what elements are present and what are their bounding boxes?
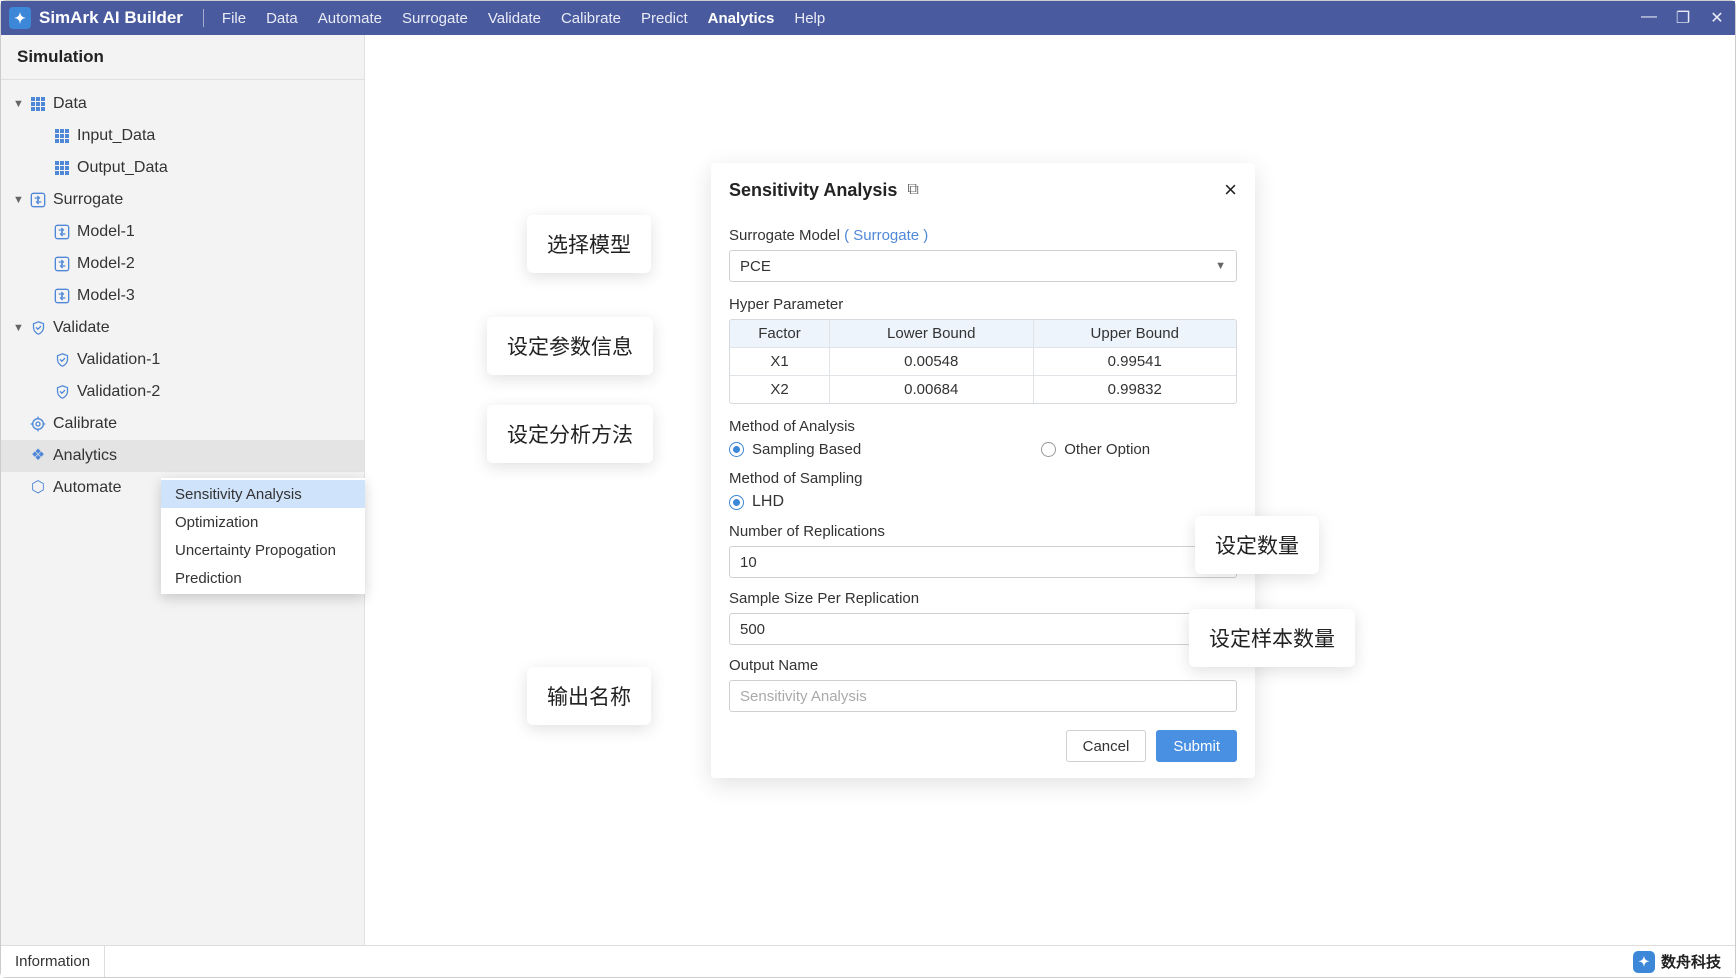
- table-row[interactable]: X2 0.00684 0.99832: [730, 375, 1236, 403]
- ctx-uncertainty-propogation[interactable]: Uncertainty Propogation: [161, 536, 365, 564]
- shield-icon: [53, 383, 71, 401]
- hyper-parameter-table: Factor Lower Bound Upper Bound X1 0.0054…: [729, 319, 1237, 404]
- brand: ✦ 数舟科技: [1633, 951, 1721, 973]
- maximize-icon[interactable]: ❐: [1673, 8, 1693, 28]
- shield-icon: [29, 319, 47, 337]
- tree-item-model-1[interactable]: Model-1: [1, 216, 364, 248]
- statusbar: Information ✦ 数舟科技: [1, 945, 1735, 977]
- swap-icon: [29, 191, 47, 209]
- titlebar: ✦ SimArk AI Builder File Data Automate S…: [1, 1, 1735, 35]
- th-upper: Upper Bound: [1034, 320, 1237, 347]
- callout-count: 设定数量: [1195, 516, 1319, 574]
- radio-on-icon: [729, 442, 744, 457]
- method-sampling-label: Method of Sampling: [729, 470, 1237, 487]
- th-lower: Lower Bound: [830, 320, 1034, 347]
- radio-sampling-based[interactable]: Sampling Based: [729, 441, 861, 458]
- content-area: 选择模型 设定参数信息 设定分析方法 设定数量 设定样本数量 输出名称 Sens…: [365, 35, 1735, 945]
- tree-item-validation-1[interactable]: Validation-1: [1, 344, 364, 376]
- table-row[interactable]: X1 0.00548 0.99541: [730, 347, 1236, 375]
- ctx-sensitivity-analysis[interactable]: Sensitivity Analysis: [161, 480, 365, 508]
- tree-item-validation-2[interactable]: Validation-2: [1, 376, 364, 408]
- brand-logo-icon: ✦: [1633, 951, 1655, 973]
- th-factor: Factor: [730, 320, 830, 347]
- ctx-optimization[interactable]: Optimization: [161, 508, 365, 536]
- automate-icon: ⬡: [29, 479, 47, 497]
- menu-automate[interactable]: Automate: [308, 10, 392, 27]
- grid-icon: [53, 159, 71, 177]
- target-icon: [29, 415, 47, 433]
- callout-output: 输出名称: [527, 667, 651, 725]
- menu-predict[interactable]: Predict: [631, 10, 698, 27]
- menu-validate[interactable]: Validate: [478, 10, 551, 27]
- swap-icon: [53, 287, 71, 305]
- callout-method: 设定分析方法: [487, 405, 653, 463]
- chevron-down-icon: ▼: [13, 98, 23, 110]
- radio-other-option[interactable]: Other Option: [1041, 441, 1150, 458]
- tree-node-analytics[interactable]: ❖ Analytics: [1, 440, 364, 472]
- tree-item-input-data[interactable]: Input_Data: [1, 120, 364, 152]
- surrogate-model-label: Surrogate Model ( Surrogate ): [729, 227, 1237, 244]
- analytics-context-menu: Sensitivity Analysis Optimization Uncert…: [161, 478, 365, 594]
- output-name-input[interactable]: [729, 680, 1237, 712]
- chevron-down-icon: ▼: [13, 322, 23, 334]
- tree-item-model-2[interactable]: Model-2: [1, 248, 364, 280]
- callout-samples: 设定样本数量: [1189, 609, 1355, 667]
- grid-icon: [53, 127, 71, 145]
- swap-icon: [53, 223, 71, 241]
- menu-help[interactable]: Help: [784, 10, 835, 27]
- callout-model: 选择模型: [527, 215, 651, 273]
- tree-node-calibrate[interactable]: Calibrate: [1, 408, 364, 440]
- sample-size-label: Sample Size Per Replication: [729, 590, 1237, 607]
- chevron-down-icon: ▼: [13, 194, 23, 206]
- radio-lhd[interactable]: LHD: [729, 493, 1237, 511]
- num-replications-label: Number of Replications: [729, 523, 1237, 540]
- status-info[interactable]: Information: [15, 946, 105, 977]
- menu-file[interactable]: File: [212, 10, 256, 27]
- radio-off-icon: [1041, 442, 1056, 457]
- tree-item-model-3[interactable]: Model-3: [1, 280, 364, 312]
- app-logo-icon: ✦: [9, 7, 31, 29]
- caret-down-icon: ▼: [1215, 260, 1226, 272]
- surrogate-select[interactable]: PCE ▼: [729, 250, 1237, 282]
- method-analysis-label: Method of Analysis: [729, 418, 1237, 435]
- cancel-button[interactable]: Cancel: [1066, 730, 1147, 762]
- close-window-icon[interactable]: ✕: [1707, 8, 1727, 28]
- menu-data[interactable]: Data: [256, 10, 308, 27]
- hyper-parameter-label: Hyper Parameter: [729, 296, 1237, 313]
- sample-size-input[interactable]: [729, 613, 1237, 645]
- menu-calibrate[interactable]: Calibrate: [551, 10, 631, 27]
- dialog-title: Sensitivity Analysis: [729, 180, 897, 201]
- book-icon[interactable]: ⧉: [907, 181, 918, 199]
- tree-node-validate[interactable]: ▼ Validate: [1, 312, 364, 344]
- surrogate-link[interactable]: ( Surrogate ): [844, 227, 928, 244]
- menu-analytics[interactable]: Analytics: [698, 10, 785, 27]
- tree-node-data[interactable]: ▼ Data: [1, 88, 364, 120]
- close-icon[interactable]: ×: [1224, 177, 1237, 203]
- callout-params: 设定参数信息: [487, 317, 653, 375]
- grid-icon: [29, 95, 47, 113]
- analytics-icon: ❖: [29, 447, 47, 465]
- sidebar-title: Simulation: [1, 35, 364, 80]
- swap-icon: [53, 255, 71, 273]
- tree-node-surrogate[interactable]: ▼ Surrogate: [1, 184, 364, 216]
- app-title: SimArk AI Builder: [39, 8, 183, 28]
- radio-on-icon: [729, 495, 744, 510]
- output-name-label: Output Name: [729, 657, 1237, 674]
- ctx-prediction[interactable]: Prediction: [161, 564, 365, 592]
- submit-button[interactable]: Submit: [1156, 730, 1237, 762]
- menu-separator: [203, 9, 204, 27]
- minimize-icon[interactable]: —: [1639, 8, 1659, 28]
- menu-surrogate[interactable]: Surrogate: [392, 10, 478, 27]
- num-replications-input[interactable]: [729, 546, 1237, 578]
- shield-icon: [53, 351, 71, 369]
- sensitivity-dialog: Sensitivity Analysis ⧉ × Surrogate Model…: [711, 163, 1255, 778]
- tree-item-output-data[interactable]: Output_Data: [1, 152, 364, 184]
